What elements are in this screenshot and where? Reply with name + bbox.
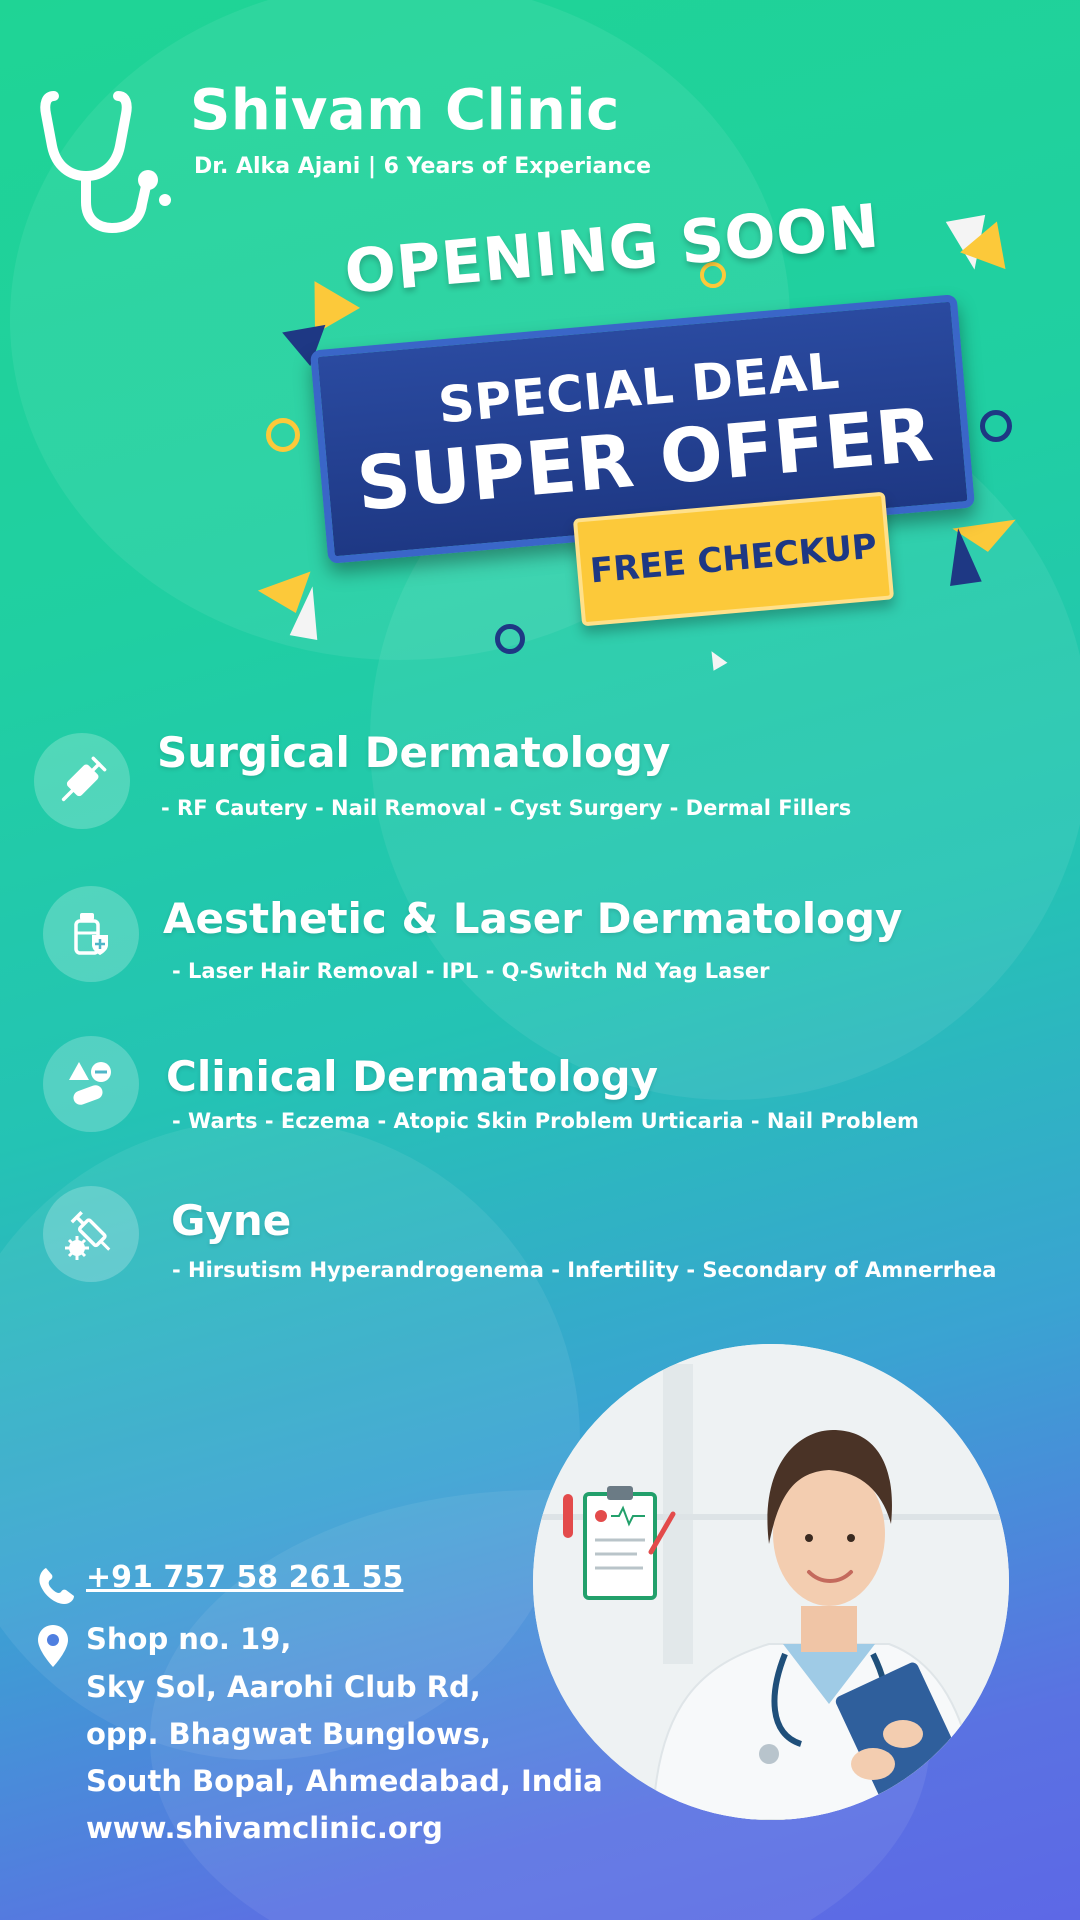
phone-icon <box>39 1568 74 1604</box>
confetti-ring <box>266 418 300 452</box>
poster: Shivam Clinic Dr. Alka Ajani | 6 Years o… <box>0 0 1080 1920</box>
address-line: Sky Sol, Aarohi Club Rd, <box>86 1670 481 1704</box>
location-pin-icon <box>38 1625 68 1667</box>
address-line: opp. Bhagwat Bunglows, <box>86 1717 492 1751</box>
website[interactable]: www.shivamclinic.org <box>86 1811 443 1845</box>
service-items: - Warts - Eczema - Atopic Skin Problem U… <box>172 1109 919 1133</box>
doctor-photo <box>533 1344 1009 1820</box>
service-items: - Hirsutism Hyperandrogenema - Infertili… <box>172 1258 997 1282</box>
confetti-ring <box>980 410 1012 442</box>
medicine-bottle-icon <box>43 886 139 982</box>
pills-icon <box>43 1036 139 1132</box>
doctor-info: Dr. Alka Ajani | 6 Years of Experiance <box>194 154 652 179</box>
clinic-name: Shivam Clinic <box>190 78 620 143</box>
syringe-icon <box>34 733 130 829</box>
address-line: Shop no. 19, <box>86 1622 292 1656</box>
confetti-ring <box>495 624 525 654</box>
service-title: Surgical Dermatology <box>157 728 671 777</box>
service-title: Aesthetic & Laser Dermatology <box>163 894 903 943</box>
stethoscope-icon <box>40 91 171 234</box>
phone-link[interactable]: +91 757 58 261 55 <box>86 1560 403 1595</box>
service-title: Clinical Dermatology <box>166 1052 658 1101</box>
service-items: - Laser Hair Removal - IPL - Q-Switch Nd… <box>172 959 770 983</box>
service-title: Gyne <box>171 1196 292 1245</box>
address-line: South Bopal, Ahmedabad, India <box>86 1764 603 1798</box>
service-items: - RF Cautery - Nail Removal - Cyst Surge… <box>161 796 852 820</box>
syringe-virus-icon <box>43 1186 139 1282</box>
